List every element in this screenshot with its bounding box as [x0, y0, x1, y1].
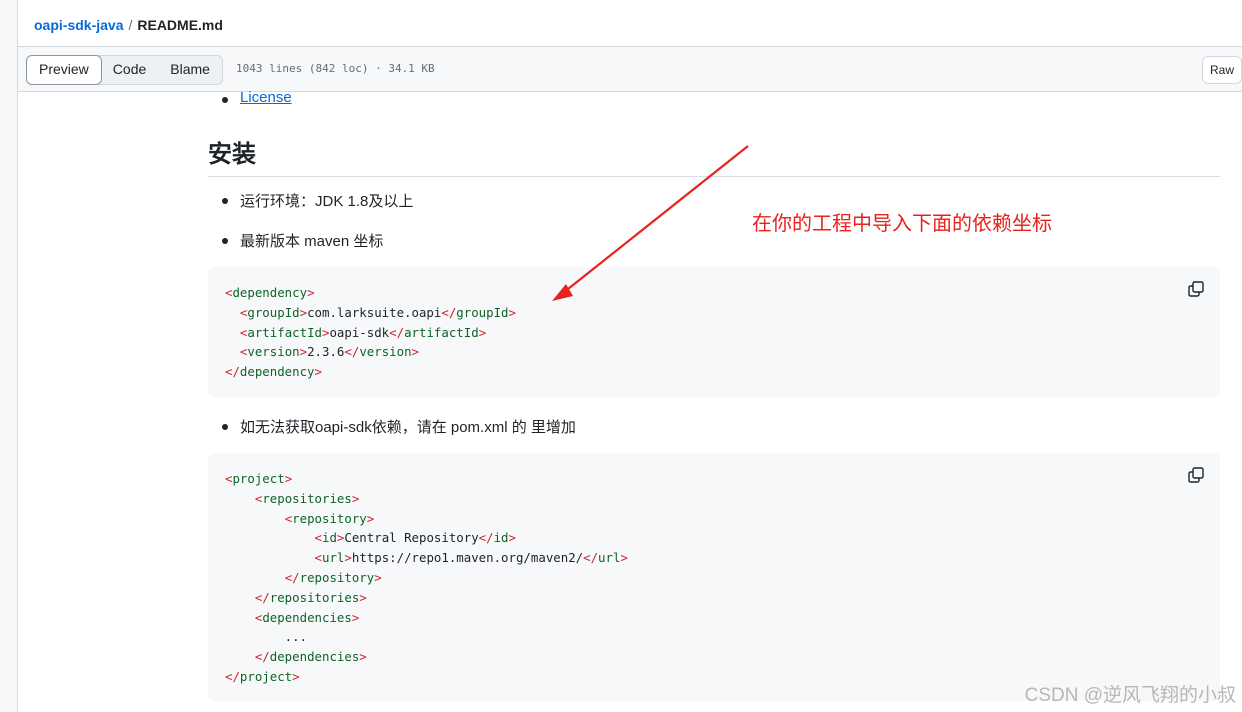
red-arrow-icon — [552, 145, 749, 301]
annotation-text: 在你的工程中导入下面的依赖坐标 — [752, 211, 1052, 235]
watermark: CSDN @逆风飞翔的小叔 — [1024, 685, 1236, 706]
